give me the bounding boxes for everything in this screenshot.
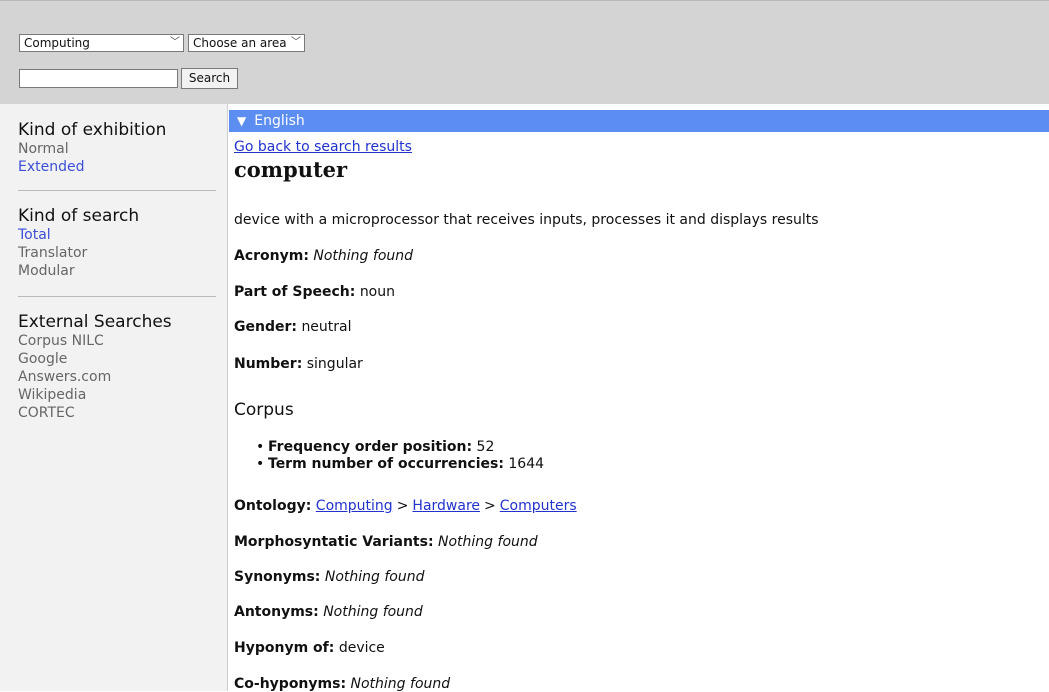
separator: >: [484, 498, 496, 514]
pos-value: noun: [359, 284, 395, 300]
main-content: ▼ English Go back to search results compu…: [229, 104, 1049, 692]
occ-value: 1644: [508, 456, 545, 472]
top-toolbar: Computing ﹀ Choose an area ﹀ Search: [0, 0, 1049, 104]
sidebar-item-google[interactable]: Google: [18, 350, 216, 368]
chevron-down-icon: ﹀: [291, 37, 301, 48]
ontology-label: Ontology:: [234, 498, 312, 514]
page-title: computer: [234, 157, 348, 182]
hyponym-row: Hyponym of: device: [234, 640, 385, 656]
morph-label: Morphosyntatic Variants:: [234, 534, 434, 550]
bullet-icon: •: [256, 439, 265, 455]
synonyms-row: Synonyms: Nothing found: [234, 569, 425, 585]
ontology-link-hardware[interactable]: Hardware: [412, 498, 480, 514]
back-link[interactable]: Go back to search results: [234, 139, 412, 155]
subarea-select[interactable]: Choose an area ﹀: [188, 34, 305, 52]
gender-label: Gender:: [234, 319, 297, 335]
synonyms-value: Nothing found: [324, 569, 425, 585]
sidebar-item-extended[interactable]: Extended: [18, 158, 216, 176]
ontology-row: Ontology: Computing > Hardware > Computers: [234, 498, 577, 514]
antonyms-value: Nothing found: [323, 604, 423, 620]
freq-value: 52: [476, 439, 495, 455]
sidebar-item-total[interactable]: Total: [18, 226, 216, 244]
language-bar[interactable]: ▼ English: [229, 110, 1049, 132]
cohyponyms-row: Co-hyponyms: Nothing found: [234, 676, 450, 692]
antonyms-row: Antonyms: Nothing found: [234, 604, 423, 620]
number-value: singular: [306, 356, 363, 372]
freq-label: Frequency order position:: [268, 439, 473, 455]
synonyms-label: Synonyms:: [234, 569, 321, 585]
area-select[interactable]: Computing ﹀: [19, 34, 184, 52]
external-title: External Searches: [18, 312, 172, 332]
cohyponyms-value: Nothing found: [350, 676, 451, 692]
sidebar-item-normal[interactable]: Normal: [18, 140, 216, 158]
divider: [18, 296, 216, 297]
acronym-label: Acronym:: [234, 248, 309, 264]
occ-label: Term number of occurrencies:: [268, 456, 504, 472]
morph-row: Morphosyntatic Variants: Nothing found: [234, 534, 538, 550]
hyponym-label: Hyponym of:: [234, 640, 335, 656]
list-item: • Term number of occurrencies: 1644: [256, 456, 544, 473]
search-kind-title: Kind of search: [18, 206, 140, 226]
gender-row: Gender: neutral: [234, 319, 352, 335]
sidebar-item-corpus-nilc[interactable]: Corpus NILC: [18, 332, 216, 350]
exhibition-group: Kind of exhibition Normal Extended: [18, 120, 216, 176]
external-group: External Searches Corpus NILC Google Ans…: [18, 312, 216, 422]
hyponym-value: device: [338, 640, 385, 656]
antonyms-label: Antonyms:: [234, 604, 319, 620]
number-label: Number:: [234, 356, 303, 372]
cohyponyms-label: Co-hyponyms:: [234, 676, 347, 692]
sidebar-item-translator[interactable]: Translator: [18, 244, 216, 262]
bullet-icon: •: [256, 456, 265, 472]
search-input[interactable]: [19, 69, 178, 88]
list-item: • Frequency order position: 52: [256, 439, 544, 456]
number-row: Number: singular: [234, 356, 363, 372]
divider: [18, 190, 216, 191]
pos-row: Part of Speech: noun: [234, 284, 395, 300]
sidebar-item-wikipedia[interactable]: Wikipedia: [18, 386, 216, 404]
corpus-list: • Frequency order position: 52 • Term numb…: [256, 439, 544, 473]
chevron-down-icon: ﹀: [170, 37, 180, 48]
triangle-down-icon: ▼: [237, 114, 247, 128]
subarea-select-value: Choose an area: [193, 36, 287, 50]
acronym-value: Nothing found: [313, 248, 414, 264]
sidebar: Kind of exhibition Normal Extended Kind …: [0, 104, 228, 691]
sidebar-item-cortec[interactable]: CORTEC: [18, 404, 216, 422]
language-label: English: [254, 113, 305, 129]
pos-label: Part of Speech:: [234, 284, 356, 300]
gender-value: neutral: [301, 319, 352, 335]
search-button[interactable]: Search: [181, 68, 238, 89]
ontology-link-computing[interactable]: Computing: [316, 498, 393, 514]
sidebar-item-answers[interactable]: Answers.com: [18, 368, 216, 386]
definition: device with a microprocessor that receiv…: [234, 212, 819, 228]
separator: >: [396, 498, 409, 514]
acronym-row: Acronym: Nothing found: [234, 248, 413, 264]
corpus-heading: Corpus: [234, 400, 294, 420]
sidebar-item-modular[interactable]: Modular: [18, 262, 216, 280]
area-select-value: Computing: [24, 36, 90, 50]
ontology-link-computers[interactable]: Computers: [500, 498, 577, 514]
morph-value: Nothing found: [438, 534, 538, 550]
exhibition-title: Kind of exhibition: [18, 120, 167, 140]
search-kind-group: Kind of search Total Translator Modular: [18, 206, 216, 280]
